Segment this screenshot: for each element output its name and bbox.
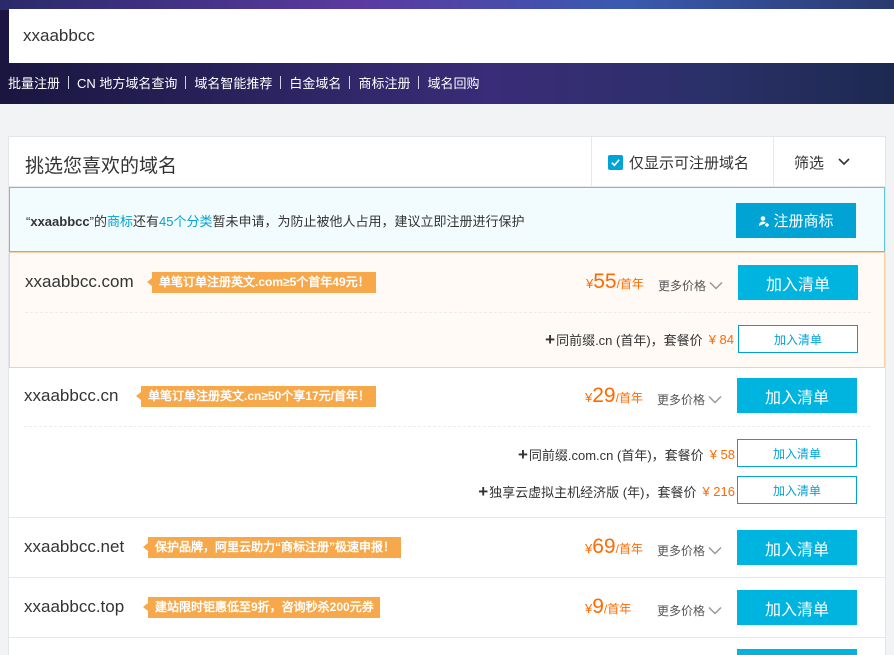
panel-header: 挑选您喜欢的域名 仅显示可注册域名 筛选 [9,137,885,187]
promo-badge: 保护品牌，阿里云助力“商标注册”极速申报！ [142,537,402,558]
chevron-down-icon [709,281,723,290]
quick-link-cn-local-domain[interactable]: CN 地方域名查询 [77,73,177,92]
domain-row-cn: xxaabbcc.cn 单笔订单注册英文.cn≥50个享17元/首年！ ¥29/… [9,368,885,518]
trademark-notice: “xxaabbcc”的商标还有45个分类暂未申请，为防止被他人占用，建议立即注册… [9,187,885,252]
add-bundle-button[interactable]: 加入清单 [738,325,858,353]
chevron-down-icon [838,158,850,166]
search-box[interactable] [9,9,894,63]
divider [185,76,187,89]
register-trademark-button[interactable]: 注册商标 [736,203,856,238]
add-to-list-button-partial[interactable] [737,649,857,655]
bundle-offer: + 同前缀.cn (首年)，套餐价 ¥ 84 [545,330,734,349]
categories-link[interactable]: 45个分类 [159,214,212,229]
notice-keyword: xxaabbcc [30,214,90,229]
domain-results-panel: 挑选您喜欢的域名 仅显示可注册域名 筛选 “xxaabbcc”的商标还有45个分… [8,136,886,655]
plus-icon: + [517,445,528,464]
promo-badge: 建站限时钜惠低至9折，咨询秒杀200元券 [143,597,380,618]
search-input[interactable] [23,9,723,63]
chevron-down-icon [708,395,722,404]
domain-name: xxaabbcc.cn [24,386,119,405]
quick-link-trademark-register[interactable]: 商标注册 [358,73,410,92]
quick-link-domain-buyback[interactable]: 域名回购 [427,73,479,92]
domain-price: ¥29/首年 [585,384,643,407]
divider [25,312,871,313]
domain-name: xxaabbcc.net [24,537,125,556]
add-to-list-button[interactable]: 加入清单 [737,590,857,625]
page-title: 挑选您喜欢的域名 [25,156,178,177]
plus-icon: + [545,330,556,349]
add-bundle-button[interactable]: 加入清单 [737,439,857,467]
domain-price: ¥9/首年 [585,595,632,618]
more-prices-dropdown[interactable]: 更多价格 [657,542,722,559]
bundle-offer: + 独享云虚拟主机经济版 (年)，套餐价 ¥ 216 [478,482,735,501]
add-to-list-button[interactable]: 加入清单 [737,378,857,413]
quick-link-bulk-register[interactable]: 批量注册 [8,73,60,92]
more-prices-dropdown[interactable]: 更多价格 [658,277,723,294]
trademark-link[interactable]: 商标 [107,214,133,229]
domain-price: ¥55/首年 [586,270,644,293]
domain-price: ¥69/首年 [585,535,643,558]
domain-name: xxaabbcc.com [25,272,134,291]
add-to-list-button[interactable]: 加入清单 [738,265,858,300]
quick-link-smart-recommend[interactable]: 域名智能推荐 [194,73,272,92]
divider [24,426,870,427]
more-prices-dropdown[interactable]: 更多价格 [657,602,722,619]
divider [349,76,351,89]
domain-name: xxaabbcc.top [24,597,125,616]
quick-link-platinum-domain[interactable]: 白金域名 [289,73,341,92]
promo-badge: 单笔订单注册英文.com≥5个首年49元！ [147,272,376,293]
notice-text: “xxaabbcc”的商标还有45个分类暂未申请，为防止被他人占用，建议立即注册… [26,214,525,229]
only-available-toggle[interactable]: 仅显示可注册域名 [591,137,773,187]
divider [418,76,420,89]
checkbox-checked-icon[interactable] [608,154,623,170]
domain-row-top: xxaabbcc.top 建站限时钜惠低至9折，咨询秒杀200元券 ¥9/首年 … [9,578,885,638]
chevron-down-icon [708,546,722,555]
quick-links-bar: 批量注册 CN 地方域名查询 域名智能推荐 白金域名 商标注册 域名回购 [8,73,479,92]
bundle-offer: + 同前缀.com.cn (首年)，套餐价 ¥ 58 [517,445,735,464]
only-available-label: 仅显示可注册域名 [629,154,750,172]
chevron-down-icon [708,606,722,615]
divider [68,76,70,89]
filter-dropdown[interactable]: 筛选 [773,137,885,187]
page-edge [886,136,894,655]
add-to-list-button[interactable]: 加入清单 [737,530,857,565]
promo-badge: 单笔订单注册英文.cn≥50个享17元/首年！ [136,386,376,407]
divider [280,76,282,89]
domain-row-net: xxaabbcc.net 保护品牌，阿里云助力“商标注册”极速申报！ ¥69/首… [9,518,885,578]
plus-icon: + [478,482,489,501]
more-prices-dropdown[interactable]: 更多价格 [657,391,722,408]
user-add-icon [759,215,770,227]
domain-row-com: xxaabbcc.com 单笔订单注册英文.com≥5个首年49元！ ¥55/首… [9,252,885,368]
filter-label: 筛选 [794,154,825,172]
add-bundle-button[interactable]: 加入清单 [737,476,857,504]
